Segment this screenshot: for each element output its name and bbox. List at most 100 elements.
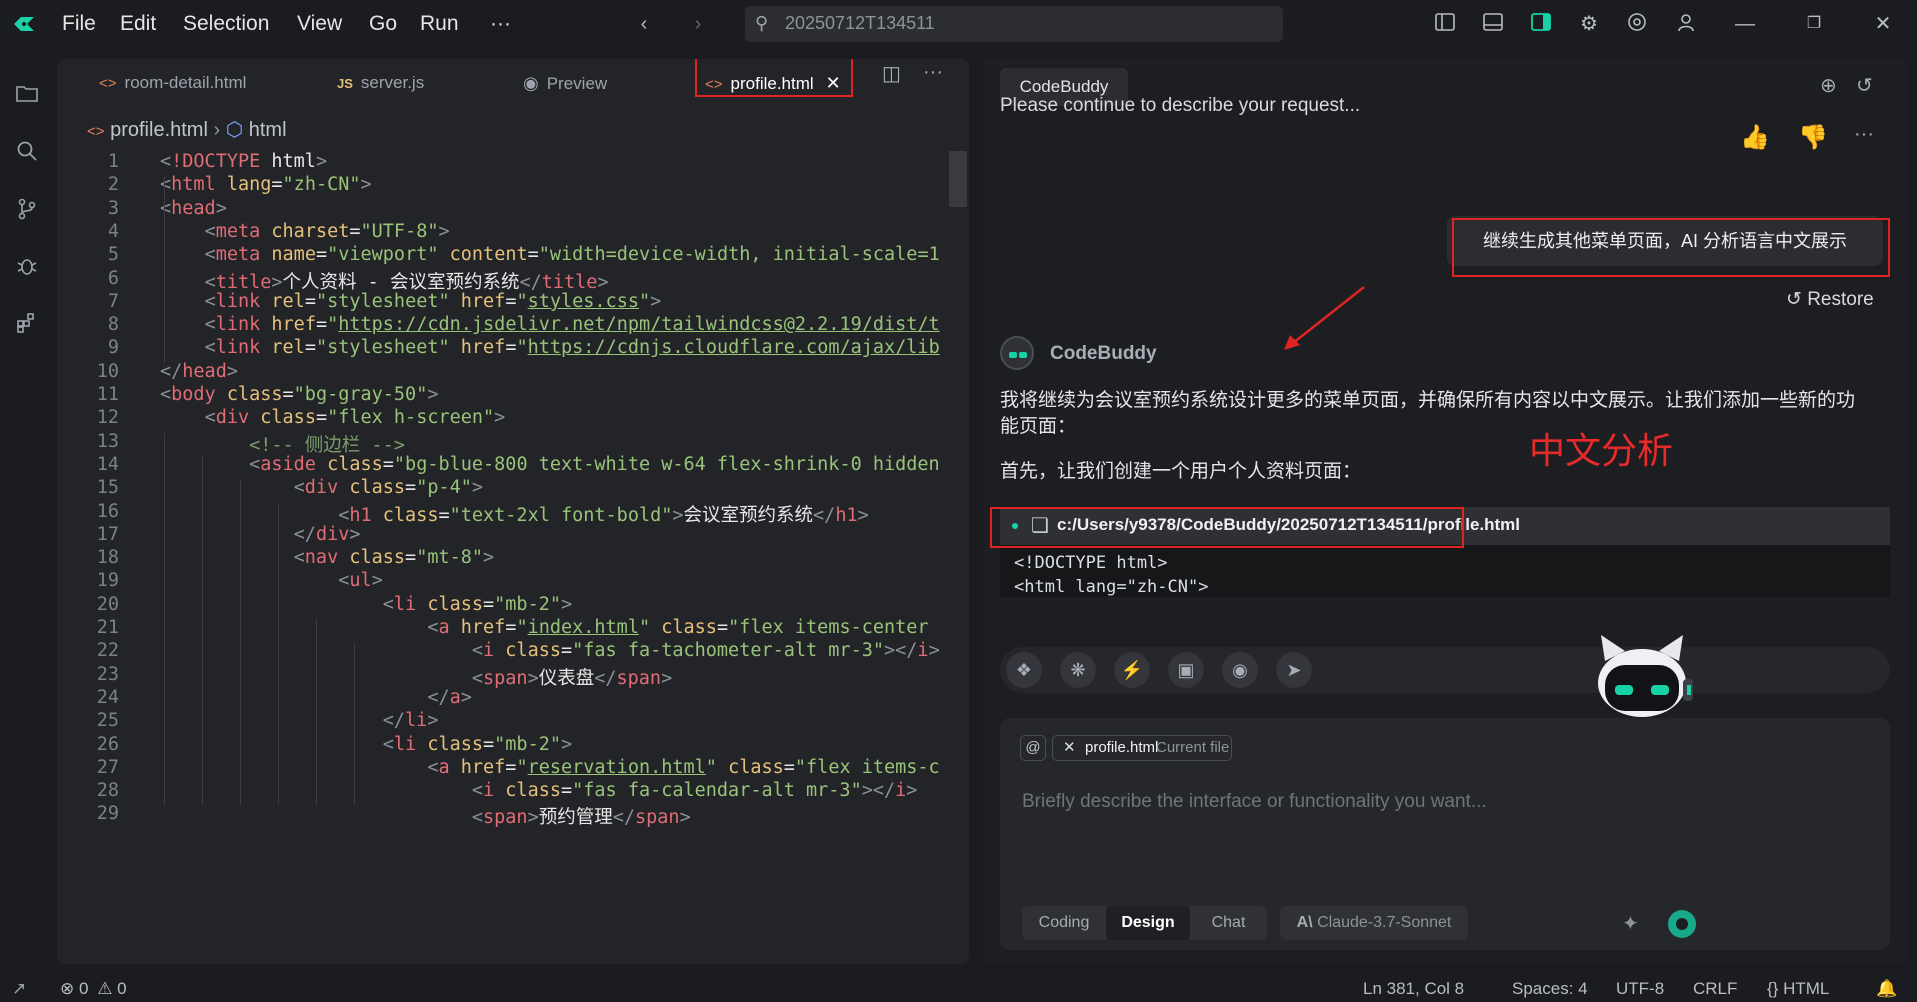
editor-more-icon[interactable]: ··· <box>923 61 943 84</box>
split-editor-icon[interactable]: ◫ <box>882 61 901 86</box>
mode-coding[interactable]: Coding <box>1022 906 1106 940</box>
avatar-eye <box>1019 352 1027 358</box>
code-token: = <box>349 220 361 242</box>
code-token: "text-2xl font-bold" <box>449 504 673 526</box>
new-chat-icon[interactable]: ⊕ <box>1820 73 1837 98</box>
preview-eye-icon[interactable]: ◉ <box>1222 652 1258 688</box>
breadcrumb-file[interactable]: profile.html <box>110 119 208 141</box>
message-more-icon[interactable]: ··· <box>1854 123 1874 146</box>
toggle-panel-icon[interactable] <box>1481 12 1505 36</box>
cursor-position[interactable]: Ln 381, Col 8 <box>1363 979 1464 999</box>
menu-selection[interactable]: Selection <box>183 12 269 36</box>
menu-go[interactable]: Go <box>369 12 397 36</box>
remove-context-icon[interactable]: ✕ <box>1063 736 1076 760</box>
code-token: " <box>516 756 528 778</box>
warning-icon: ⚠ <box>97 979 113 998</box>
line-ending[interactable]: CRLF <box>1693 979 1737 999</box>
toggle-secondary-sidebar-icon[interactable] <box>1529 12 1553 36</box>
code-line: <!DOCTYPE html> <box>1014 553 1168 573</box>
restore-button[interactable]: ↺ Restore <box>1786 288 1874 311</box>
tab-server-js[interactable]: JS server.js <box>337 73 424 93</box>
command-search[interactable]: ⚲ 20250712T134511 <box>745 6 1283 42</box>
history-icon[interactable]: ↺ <box>1856 73 1873 98</box>
code-token: > <box>661 667 673 689</box>
browser-icon[interactable] <box>1625 12 1649 36</box>
code-token: h1 <box>349 504 372 526</box>
menu-view[interactable]: View <box>297 12 342 36</box>
tab-preview[interactable]: ◉ Preview <box>523 73 607 94</box>
mode-chat[interactable]: Chat <box>1190 906 1267 940</box>
annotation-box-path <box>990 507 1464 548</box>
language-mode[interactable]: {} HTML <box>1767 979 1829 999</box>
code-token: class <box>371 504 439 526</box>
restore-window-icon[interactable]: ❐ <box>1802 12 1826 36</box>
breadcrumb-node[interactable]: html <box>249 119 287 141</box>
code-token: class <box>716 756 784 778</box>
code-line: <div class="flex h-screen"> <box>160 407 506 428</box>
model-selector[interactable]: A\ Claude-3.7-Sonnet <box>1280 906 1468 940</box>
mascot-robot-icon <box>1598 635 1693 717</box>
plugin-icon[interactable]: ⚡ <box>1114 652 1150 688</box>
indentation[interactable]: Spaces: 4 <box>1512 979 1588 999</box>
deploy-rocket-icon[interactable]: ➤ <box>1276 652 1312 688</box>
mode-design[interactable]: Design <box>1106 906 1190 940</box>
code-token: = <box>716 617 729 638</box>
annotation-label: 中文分析 <box>1529 430 1674 471</box>
code-token: "p-4" <box>416 477 472 499</box>
account-icon[interactable] <box>1674 12 1698 36</box>
code-token: > <box>560 733 573 755</box>
minimize-icon[interactable]: — <box>1733 12 1757 36</box>
code-token: " <box>516 617 528 638</box>
mention-button[interactable]: @ <box>1020 735 1046 761</box>
toggle-sidebar-icon[interactable] <box>1433 12 1457 36</box>
code-token: ></ <box>884 640 918 662</box>
figma-icon[interactable]: ❖ <box>1006 652 1042 688</box>
indent-guide <box>354 642 355 806</box>
code-editor: <> room-detail.html JS server.js ◉ Preview … <box>57 59 969 964</box>
code-line: <head> <box>160 198 227 219</box>
more-menu-icon[interactable]: ··· <box>490 12 511 36</box>
source-control-icon[interactable] <box>14 198 40 224</box>
code-token: > <box>906 780 918 802</box>
code-token: < <box>471 667 484 689</box>
menu-edit[interactable]: Edit <box>120 12 156 36</box>
settings-gear-icon[interactable]: ⚙ <box>1577 12 1601 36</box>
send-button[interactable] <box>1668 910 1696 938</box>
menu-run[interactable]: Run <box>420 12 459 36</box>
code-token: class <box>416 593 484 615</box>
thumbs-down-icon[interactable]: 👎 <box>1798 123 1828 152</box>
tab-room-detail[interactable]: <> room-detail.html <box>99 73 246 93</box>
code-area[interactable]: 1 2 3 4 5 6 7 8 9 10 11 12 13 14 15 16 17 18 19 20 21 22 23 24 2… <box>57 147 969 964</box>
code-token: "mt-8" <box>416 547 484 569</box>
breadcrumb[interactable]: <> profile.html › ⬡ html <box>87 117 287 142</box>
forward-arrow-icon[interactable]: › <box>686 12 710 36</box>
chat-input[interactable]: Briefly describe the interface or functi… <box>1022 791 1487 813</box>
explorer-icon[interactable] <box>14 83 40 109</box>
search-sidebar-icon[interactable] <box>14 140 40 166</box>
debug-icon[interactable] <box>14 255 40 281</box>
line-number: 9 <box>107 337 119 359</box>
sparkle-icon[interactable]: ✦ <box>1622 911 1639 936</box>
components-icon[interactable]: ❋ <box>1060 652 1096 688</box>
code-token: html <box>260 151 316 172</box>
menu-file[interactable]: File <box>62 12 96 36</box>
notifications-bell-icon[interactable]: 🔔 <box>1876 979 1897 999</box>
context-file-name: profile.html <box>1085 739 1159 756</box>
annotation-arrow <box>1284 286 1365 350</box>
code-token: span <box>616 667 662 689</box>
problems-indicator[interactable]: ⊗ 0 ⚠ 0 <box>60 979 127 999</box>
vertical-scrollbar[interactable] <box>949 151 967 207</box>
code-token: class <box>338 547 406 569</box>
remote-icon[interactable]: ↗ <box>12 979 26 999</box>
extensions-icon[interactable] <box>14 312 40 338</box>
encoding[interactable]: UTF-8 <box>1616 979 1664 999</box>
back-arrow-icon[interactable]: ‹ <box>632 12 656 36</box>
context-file-chip[interactable]: ✕ profile.html Current file <box>1052 735 1232 761</box>
thumbs-up-icon[interactable]: 👍 <box>1740 123 1770 152</box>
close-window-icon[interactable]: ✕ <box>1871 12 1895 36</box>
js-icon: JS <box>337 76 353 91</box>
line-number: 26 <box>96 733 119 755</box>
image-icon[interactable]: ▣ <box>1168 652 1204 688</box>
code-token: = <box>560 780 573 802</box>
